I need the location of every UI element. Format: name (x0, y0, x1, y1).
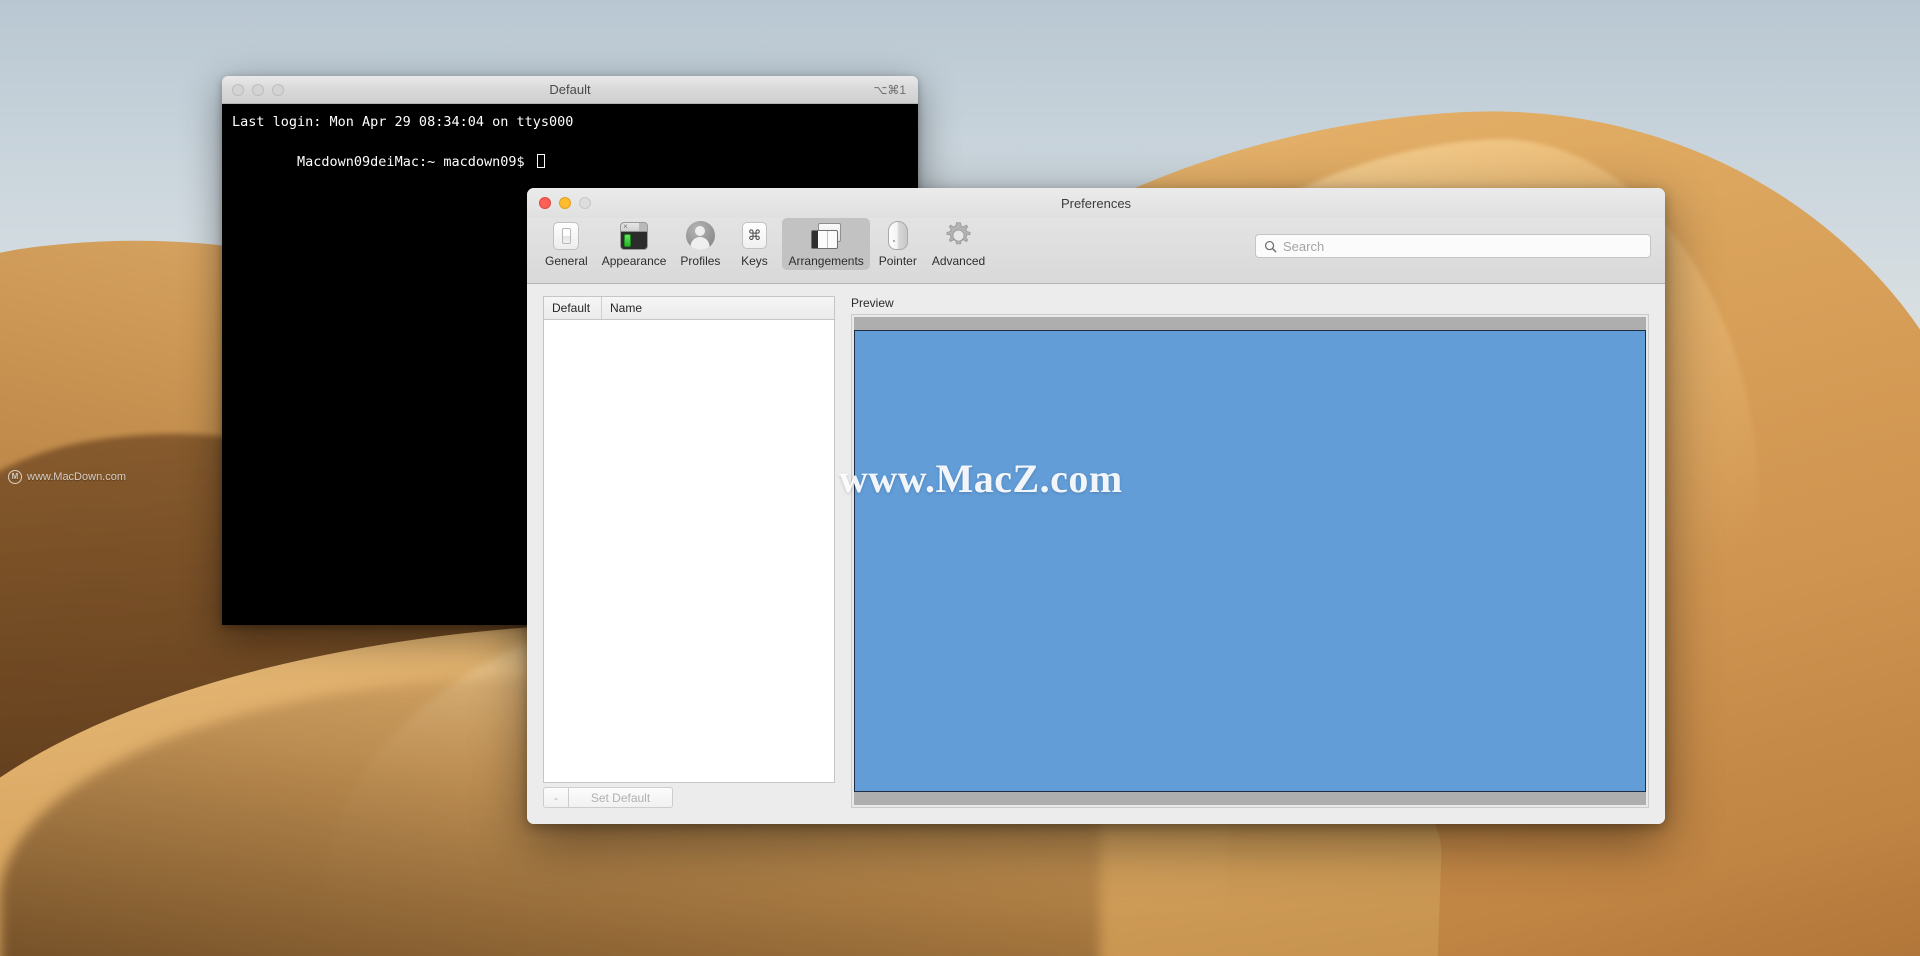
arrangements-table[interactable]: Default Name (543, 296, 835, 783)
appearance-icon (619, 221, 649, 251)
column-header-name[interactable]: Name (602, 297, 834, 319)
arrangements-table-body[interactable] (544, 320, 834, 782)
arrangements-table-header: Default Name (544, 297, 834, 320)
profiles-icon (685, 221, 715, 251)
column-header-default[interactable]: Default (544, 297, 602, 319)
preferences-toolbar[interactable]: General Appearance Profiles ⌘ Keys (527, 218, 1665, 284)
pointer-icon (883, 221, 913, 251)
preview-screen[interactable] (854, 330, 1646, 792)
toolbar-label-keys: Keys (741, 254, 768, 268)
terminal-line-login: Last login: Mon Apr 29 08:34:04 on ttys0… (232, 114, 574, 130)
arrangements-left-column: Default Name - Set Default (543, 296, 835, 808)
terminal-prompt-text: Macdown09deiMac:~ macdown09$ (297, 154, 533, 170)
preview-frame (851, 314, 1649, 808)
search-input[interactable] (1283, 238, 1642, 254)
general-icon (551, 221, 581, 251)
toolbar-item-arrangements[interactable]: Arrangements (782, 218, 870, 270)
search-field[interactable] (1255, 234, 1651, 258)
toolbar-label-general: General (545, 254, 588, 268)
toolbar-label-arrangements: Arrangements (788, 254, 864, 268)
toolbar-item-pointer[interactable]: Pointer (872, 218, 924, 270)
remove-arrangement-button[interactable]: - (543, 787, 569, 808)
preview-top-band (854, 317, 1646, 330)
set-default-button[interactable]: Set Default (569, 787, 673, 808)
preview-bottom-band (854, 792, 1646, 805)
terminal-titlebar[interactable]: Default ⌥⌘1 (222, 76, 918, 104)
toolbar-label-advanced: Advanced (931, 254, 986, 268)
terminal-title: Default (549, 82, 591, 97)
desktop: M www.MacDown.com Default ⌥⌘1 Last login… (0, 0, 1920, 956)
toolbar-label-profiles: Profiles (680, 254, 721, 268)
toolbar-item-advanced[interactable]: Advanced (926, 218, 991, 270)
macdown-logo-icon: M (8, 470, 22, 484)
terminal-shortcut-label: ⌥⌘1 (873, 82, 906, 97)
toolbar-item-keys[interactable]: ⌘ Keys (728, 218, 780, 270)
keys-icon: ⌘ (739, 221, 769, 251)
macdown-watermark: M www.MacDown.com (8, 470, 126, 484)
arrangements-right-column: Preview (851, 296, 1649, 808)
toolbar-item-general[interactable]: General (539, 218, 594, 270)
preferences-titlebar[interactable]: Preferences (527, 188, 1665, 218)
toolbar-label-pointer: Pointer (878, 254, 917, 268)
toolbar-item-appearance[interactable]: Appearance (596, 218, 673, 270)
terminal-cursor (536, 154, 545, 168)
advanced-icon (944, 221, 974, 251)
terminal-line-prompt: Macdown09deiMac:~ macdown09$ (232, 132, 908, 192)
toolbar-label-appearance: Appearance (601, 254, 667, 268)
macdown-watermark-text: www.MacDown.com (27, 471, 127, 483)
arrangements-icon (811, 221, 842, 251)
preview-label: Preview (851, 296, 894, 310)
preferences-title: Preferences (1060, 195, 1132, 211)
arrangements-pane: Default Name - Set Default Preview (527, 284, 1665, 824)
toolbar-item-profiles[interactable]: Profiles (674, 218, 726, 270)
preferences-window[interactable]: Preferences General Appearance Profiles (527, 188, 1665, 824)
arrangements-buttons: - Set Default (543, 787, 835, 808)
search-icon (1264, 240, 1277, 252)
